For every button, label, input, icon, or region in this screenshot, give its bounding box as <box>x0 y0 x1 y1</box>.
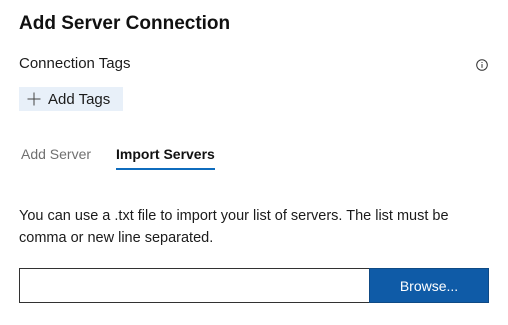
add-tags-button[interactable]: Add Tags <box>19 87 123 111</box>
import-description: You can use a .txt file to import your l… <box>19 208 449 246</box>
connection-tags-label: Connection Tags <box>19 55 131 72</box>
info-icon[interactable] <box>476 58 488 71</box>
add-tags-label: Add Tags <box>48 90 111 108</box>
file-path-input[interactable] <box>19 268 369 303</box>
dialog-title: Add Server Connection <box>19 13 231 34</box>
tab-add-server[interactable]: Add Server <box>21 146 91 168</box>
browse-button[interactable]: Browse... <box>369 268 489 303</box>
plus-icon <box>27 92 41 106</box>
tab-import-servers[interactable]: Import Servers <box>116 146 215 170</box>
